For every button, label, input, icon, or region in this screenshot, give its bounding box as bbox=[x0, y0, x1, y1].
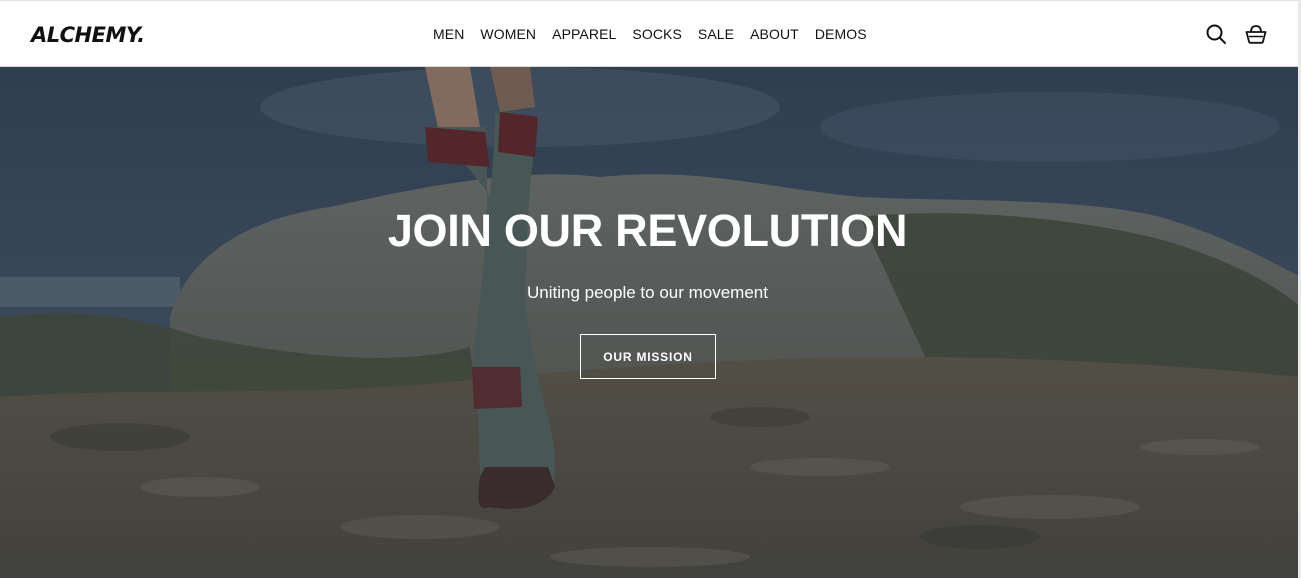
hero-subtitle: Uniting people to our movement bbox=[527, 283, 768, 302]
nav-item-about[interactable]: ABOUT bbox=[742, 23, 807, 45]
search-icon[interactable] bbox=[1205, 23, 1227, 45]
our-mission-button[interactable]: OUR MISSION bbox=[580, 334, 716, 379]
cart-icon[interactable] bbox=[1245, 23, 1267, 45]
hero-banner: JOIN OUR REVOLUTION Uniting people to ou… bbox=[0, 67, 1301, 578]
hero-overlay bbox=[0, 67, 1301, 578]
nav-item-women[interactable]: WOMEN bbox=[472, 23, 544, 45]
nav-item-apparel[interactable]: APPAREL bbox=[544, 23, 624, 45]
nav-item-socks[interactable]: SOCKS bbox=[624, 23, 690, 45]
main-nav: MEN WOMEN APPAREL SOCKS SALE ABOUT DEMOS bbox=[425, 23, 875, 45]
nav-item-men[interactable]: MEN bbox=[425, 23, 472, 45]
header-icons bbox=[1205, 23, 1267, 45]
brand-logo[interactable]: ALCHEMY. bbox=[31, 22, 145, 48]
nav-item-sale[interactable]: SALE bbox=[690, 23, 742, 45]
nav-item-demos[interactable]: DEMOS bbox=[807, 23, 875, 45]
hero-title: JOIN OUR REVOLUTION bbox=[387, 205, 908, 256]
site-header: ALCHEMY. MEN WOMEN APPAREL SOCKS SALE AB… bbox=[0, 0, 1301, 67]
